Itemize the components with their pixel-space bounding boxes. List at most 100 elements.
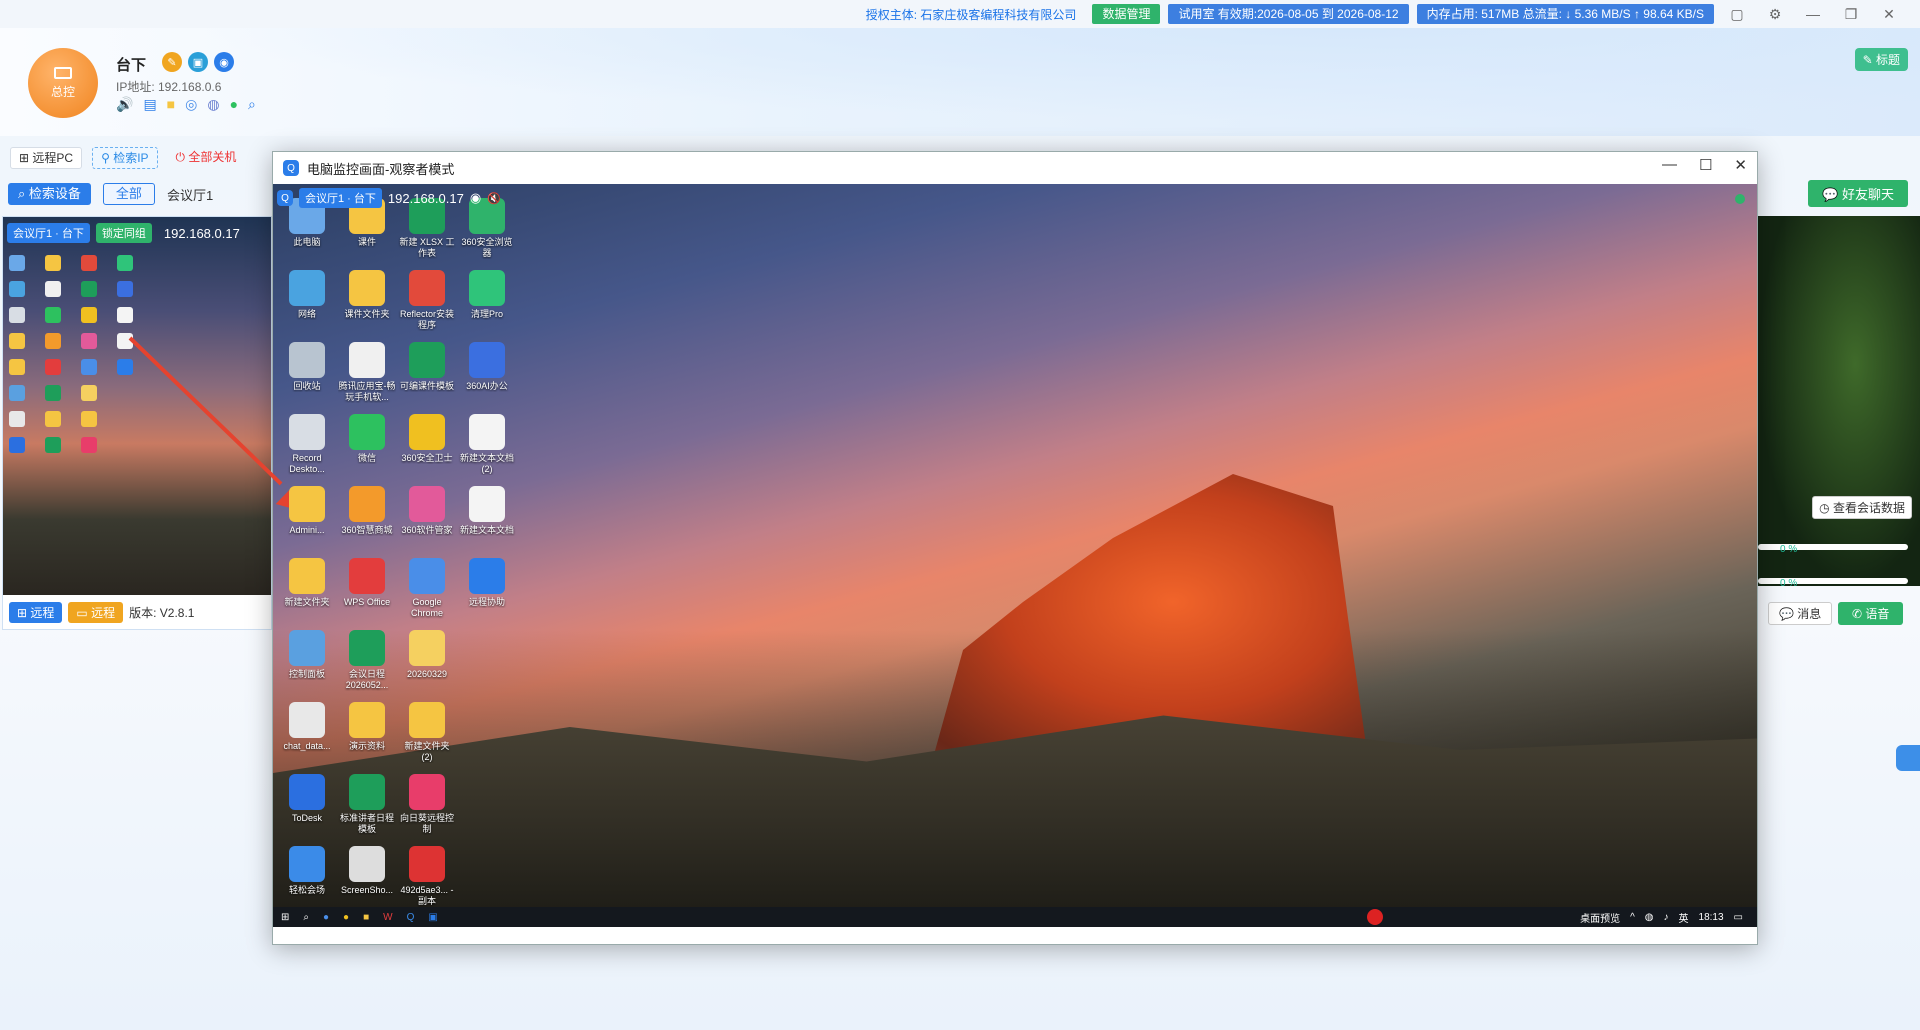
remote-pc-button[interactable]: ⊞ 远程PC — [10, 147, 83, 169]
desktop-icon[interactable]: 会议日程 2026052... — [337, 620, 397, 692]
device-card[interactable]: 会议厅1 · 台下 锁定同组 192.168.0.17 ⊞ 远程 ▭ 远程 版本… — [2, 216, 272, 630]
desktop-icon[interactable]: Reflector安装程序 — [397, 260, 457, 332]
desktop-icon — [457, 692, 517, 764]
remote-assist-button[interactable]: ▭ 远程 — [68, 602, 124, 623]
desktop-icon-glyph — [289, 414, 325, 450]
avatar[interactable]: 总控 — [28, 48, 98, 118]
input-lang[interactable]: 英 — [1679, 910, 1689, 925]
desktop-icon[interactable]: 360软件管家 — [397, 476, 457, 548]
desktop-icon[interactable]: 课件文件夹 — [337, 260, 397, 332]
browser-icon[interactable]: ◎ — [185, 96, 197, 113]
desktop-icon[interactable]: 可编课件模板 — [397, 332, 457, 404]
desktop-icon[interactable]: ScreenSho... — [337, 836, 397, 908]
desktop-icon[interactable]: 清理Pro — [457, 260, 517, 332]
remote-icon[interactable]: ▤ — [143, 96, 156, 113]
globe-icon[interactable]: ◍ — [207, 96, 219, 113]
side-toggle-icon[interactable] — [1896, 745, 1920, 771]
desktop-icon-glyph — [409, 630, 445, 666]
search-ip-button[interactable]: ⚲ 检索IP — [92, 147, 158, 169]
screen-icon[interactable]: ▣ — [188, 52, 208, 72]
lock-group-badge[interactable]: 锁定同组 — [95, 223, 152, 243]
start-icon[interactable]: ⊞ — [281, 912, 289, 923]
desktop-icon-glyph — [289, 630, 325, 666]
record-icon[interactable] — [1367, 909, 1383, 925]
desktop-icon[interactable]: 演示资料 — [337, 692, 397, 764]
mute-icon[interactable]: 🔇 — [487, 192, 501, 205]
second-device-thumbnail[interactable] — [1758, 216, 1920, 586]
desktop-icon[interactable]: 回收站 — [277, 332, 337, 404]
voice-button[interactable]: ✆ 语音 — [1838, 602, 1904, 625]
tab-room-1[interactable]: 会议厅1 — [167, 185, 213, 204]
monitor-titlebar[interactable]: Q 电脑监控画面-观察者模式 — [273, 152, 1757, 184]
restore-icon[interactable]: ❐ — [1836, 6, 1866, 23]
wechat-icon[interactable]: ● — [230, 96, 238, 113]
edge-icon[interactable]: ● — [323, 912, 329, 923]
shutdown-all-button[interactable]: ⏻ 全部关机 — [168, 147, 245, 169]
message-button[interactable]: 💬 消息 — [1768, 602, 1833, 625]
remote-desktop-view[interactable]: Q 会议厅1 · 台下 192.168.0.17 ◉ 🔇 此电脑 课件 新建 XLS… — [273, 184, 1757, 927]
tab-all[interactable]: 全部 — [102, 183, 155, 205]
desktop-icon[interactable]: 360智慧商城 — [337, 476, 397, 548]
close-icon[interactable]: ✕ — [1734, 156, 1747, 174]
desktop-icon[interactable]: chat_data... — [277, 692, 337, 764]
minimize-icon[interactable]: — — [1798, 6, 1828, 22]
desktop-icon[interactable]: 腾讯应用宝-畅玩手机软... — [337, 332, 397, 404]
desktop-icon[interactable]: Record Deskto... — [277, 404, 337, 476]
desktop-icon[interactable]: WPS Office — [337, 548, 397, 620]
minimize-icon[interactable]: — — [1662, 156, 1677, 174]
desktop-icon[interactable]: Admini... — [277, 476, 337, 548]
desktop-icon[interactable]: 新建文本文档 — [457, 476, 517, 548]
desktop-icon-label: Google Chrome — [410, 597, 443, 618]
eye-icon[interactable]: ◉ — [214, 52, 234, 72]
notes-icon[interactable]: ▢ — [1722, 6, 1752, 23]
chrome-icon[interactable]: ● — [343, 912, 349, 923]
title-edit-button[interactable]: ✎ 标题 — [1854, 48, 1908, 71]
desktop-icon[interactable]: 微信 — [337, 404, 397, 476]
desktop-icon[interactable]: 新建文本文档 (2) — [457, 404, 517, 476]
desktop-icon[interactable]: 轻松会场 — [277, 836, 337, 908]
desktop-icon[interactable]: 控制面板 — [277, 620, 337, 692]
notification-icon[interactable]: ▭ — [1734, 912, 1743, 923]
chevron-up-icon[interactable]: ^ — [1630, 912, 1635, 923]
desktop-icon[interactable]: ToDesk — [277, 764, 337, 836]
desktop-icon[interactable]: 向日葵远程控制 — [397, 764, 457, 836]
device-thumbnail[interactable]: 会议厅1 · 台下 锁定同组 192.168.0.17 — [3, 217, 271, 595]
gear-icon[interactable]: ⚙ — [1760, 6, 1790, 23]
network-icon[interactable]: ◍ — [1645, 912, 1654, 923]
close-icon[interactable]: ✕ — [1874, 6, 1904, 23]
data-management-button[interactable]: 数据管理 — [1092, 4, 1161, 24]
remote-button[interactable]: ⊞ 远程 — [9, 602, 63, 623]
desktop-icon-label: 网络 — [297, 309, 316, 319]
volume-icon[interactable]: ♪ — [1664, 912, 1669, 923]
desktop-icon[interactable]: Google Chrome — [397, 548, 457, 620]
desktop-icon-glyph — [349, 414, 385, 450]
desktop-icon[interactable]: 标准讲者日程模板 — [337, 764, 397, 836]
desktop-icon[interactable]: 360安全卫士 — [397, 404, 457, 476]
desktop-icon-label: 360AI办公 — [466, 381, 508, 391]
desktop-icon[interactable]: 网络 — [277, 260, 337, 332]
edit-icon[interactable]: ✎ — [162, 52, 182, 72]
eye-icon[interactable]: ◉ — [470, 190, 481, 206]
meeting-app-icon[interactable]: Q — [407, 912, 415, 923]
folder-icon[interactable]: ■ — [363, 912, 369, 923]
desktop-preview[interactable]: 桌面预览 — [1580, 910, 1620, 925]
desktop-icon-grid: 此电脑 课件 新建 XLSX 工作表 360安全浏览器 网络 课件文件夹 Reflector… — [277, 188, 517, 908]
search-device-button[interactable]: ⌕ 检索设备 — [8, 183, 91, 205]
remote-assist-icon[interactable]: ▣ — [428, 912, 437, 923]
desktop-icon[interactable]: 492d5ae3... - 副本 — [397, 836, 457, 908]
desktop-icon[interactable]: 20260329 — [397, 620, 457, 692]
desktop-icon[interactable]: 远程协助 — [457, 548, 517, 620]
desktop-icon-glyph — [289, 774, 325, 810]
speaker-icon[interactable]: 🔊 — [116, 96, 133, 113]
wps-icon[interactable]: W — [383, 912, 392, 923]
desktop-icon-glyph — [409, 558, 445, 594]
folder-icon[interactable]: ■ — [167, 96, 175, 113]
search-icon[interactable]: ⌕ — [248, 96, 256, 113]
desktop-icon[interactable]: 新建文件夹 — [277, 548, 337, 620]
desktop-icon[interactable]: 360AI办公 — [457, 332, 517, 404]
session-data-button[interactable]: ◷ 查看会话数据 — [1812, 496, 1912, 519]
friend-chat-button[interactable]: 💬 好友聊天 — [1808, 180, 1908, 207]
desktop-icon[interactable]: 新建文件夹 (2) — [397, 692, 457, 764]
search-icon[interactable]: ⌕ — [303, 912, 309, 923]
maximize-icon[interactable]: ☐ — [1699, 156, 1712, 174]
